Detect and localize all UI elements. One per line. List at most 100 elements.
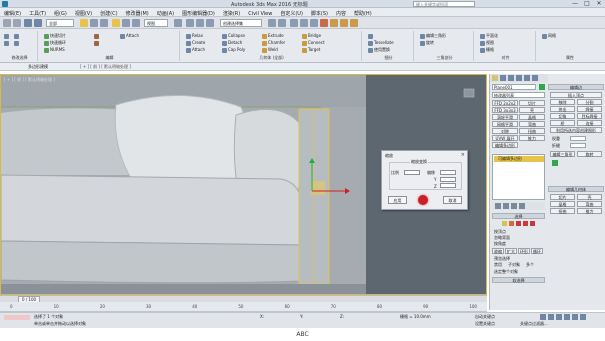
vertex-mode-icon[interactable] [502, 221, 507, 226]
paint-icon[interactable] [94, 40, 99, 46]
angle-snap-icon[interactable] [196, 19, 204, 27]
apply-button[interactable]: 应用 [388, 196, 407, 204]
modifier-button-9[interactable]: 对称 [492, 128, 518, 134]
modifier-button-12[interactable]: 推力 [519, 135, 545, 141]
offset-z-field[interactable] [440, 183, 456, 188]
weld-button[interactable]: Weld [268, 47, 278, 52]
app-logo-icon[interactable] [2, 1, 8, 7]
make-unique-icon[interactable] [511, 203, 517, 209]
select-move-icon[interactable] [112, 19, 120, 27]
bridge-button[interactable]: Bridge [308, 33, 321, 38]
render-icon[interactable] [350, 19, 358, 27]
curve-editor-icon[interactable] [300, 19, 308, 27]
unlink-icon[interactable] [34, 19, 42, 27]
cap-poly-button[interactable]: Cap Poly [228, 47, 245, 52]
modifier-button-1[interactable]: FFD 2x2x2 [492, 100, 518, 106]
pin-stack-icon[interactable] [495, 203, 501, 209]
minimize-button[interactable]: — [569, 0, 581, 8]
extrude-button[interactable]: Extrude [268, 33, 284, 38]
offset-y-field[interactable] [440, 177, 456, 182]
reference-coord-dropdown[interactable]: 视图 [144, 19, 168, 27]
border-mode-icon[interactable] [516, 221, 521, 226]
edit-triangulation-side-button[interactable]: 编辑三角形 [550, 151, 575, 157]
object-color-swatch[interactable] [539, 84, 545, 90]
grid-align-button[interactable]: 栅格 [486, 47, 494, 52]
weight-spinner[interactable] [570, 136, 586, 141]
preview-multi-radio[interactable]: 多个 [526, 262, 534, 268]
remove-button[interactable]: 移除 [550, 99, 575, 105]
viewport-label[interactable]: [ + ] [ 前 ] [ 默认明暗处理 ] [4, 77, 55, 83]
preview-subobject-radio[interactable]: 子对象 [508, 262, 520, 268]
bridge-edge-button[interactable]: 桥 [550, 120, 575, 126]
weld-edge-button[interactable]: 焊接 [577, 106, 602, 112]
ring-button[interactable]: 环形 [518, 248, 530, 254]
nurms-button[interactable]: NURMS [50, 47, 65, 52]
mesh-button[interactable]: 网格 [548, 33, 556, 38]
modifier-button-11[interactable]: UVW 展开 [492, 135, 518, 141]
loop-icon[interactable] [14, 33, 19, 39]
tessellate-button[interactable]: Tessellate [374, 40, 394, 45]
modifier-button-7[interactable]: 网格平滑 [492, 121, 518, 127]
detach-button[interactable]: Detach [228, 40, 242, 45]
pivot-center-icon[interactable] [174, 19, 182, 27]
attach-button[interactable]: Attach [126, 33, 139, 38]
stack-item-editable-poly[interactable]: 可编辑多边形 [494, 156, 544, 162]
turn-button[interactable]: 旋转 [426, 40, 434, 45]
time-slider[interactable]: 0 / 100 [0, 295, 487, 303]
modifier-button-13[interactable]: 编辑多边形 [492, 142, 518, 148]
edge-mode-icon[interactable] [509, 221, 514, 226]
attach-geometry-button[interactable]: Attach [192, 47, 205, 52]
cut-icon[interactable] [94, 33, 99, 39]
render-setup-icon[interactable] [330, 19, 338, 27]
snaps-toggle-icon[interactable] [186, 19, 194, 27]
preview-off-radio[interactable]: 禁用 [494, 262, 502, 268]
modifier-button-3[interactable]: FFD 3x3x3 [492, 107, 518, 113]
modifier-button-8[interactable]: 弯曲 [519, 121, 545, 127]
grow-icon[interactable] [4, 33, 9, 39]
split-button[interactable]: 分割 [577, 99, 602, 105]
chamfer-edge-button[interactable]: 切角 [550, 113, 575, 119]
ring-icon[interactable] [14, 40, 19, 46]
remove-modifier-icon[interactable] [519, 203, 525, 209]
collapse-button[interactable]: Collapse [228, 33, 245, 38]
scale-value-field[interactable] [404, 170, 420, 175]
layer-manager-icon[interactable] [290, 19, 298, 27]
insert-vertex-button[interactable]: 插入顶点 [550, 92, 602, 98]
motion-tab-icon[interactable] [516, 75, 522, 81]
extrude-edge-button[interactable]: 挤出 [550, 106, 575, 112]
crease-spinner[interactable] [570, 143, 586, 148]
msmooth-icon[interactable] [368, 33, 373, 39]
geo-button-4[interactable]: 弯曲 [577, 201, 602, 207]
polygon-modeling-tab[interactable]: 多边形建模 [28, 64, 48, 70]
geo-button-2[interactable]: 壳 [577, 194, 602, 200]
material-editor-icon[interactable] [320, 19, 328, 27]
modifier-button-2[interactable]: 切片 [519, 100, 545, 106]
display-tab-icon[interactable] [524, 75, 530, 81]
pan-icon[interactable] [564, 314, 570, 320]
offset-x-field[interactable] [440, 170, 456, 175]
shrink-icon[interactable] [4, 40, 9, 46]
quickslice-button[interactable]: 快速切片 [50, 33, 66, 38]
dialog-close-icon[interactable]: × [461, 152, 465, 158]
modifier-button-4[interactable]: 壳 [519, 107, 545, 113]
by-angle-checkbox[interactable]: 按角度 [494, 241, 506, 247]
shrink-button[interactable]: 收缩 [492, 248, 504, 254]
selection-filter-dropdown[interactable]: 全部 [46, 19, 74, 27]
rollout-soft-selection[interactable]: 软选择 [492, 277, 545, 283]
modifier-button-10[interactable]: 扭曲 [519, 128, 545, 134]
search-input[interactable]: 键入关键字或短语 [413, 1, 475, 7]
rollout-edit-edges[interactable]: 编辑边 [548, 84, 604, 90]
select-object-icon[interactable] [80, 19, 88, 27]
chamfer-button[interactable]: Chamfer [268, 40, 285, 45]
play-icon[interactable] [540, 314, 546, 320]
cancel-button[interactable]: 取消 [443, 196, 462, 204]
select-scale-icon[interactable] [132, 19, 140, 27]
modifier-list-dropdown[interactable]: 修改器列表 [492, 92, 545, 98]
object-name-field[interactable]: Plane001 [492, 84, 536, 90]
next-frame-icon[interactable] [548, 314, 554, 320]
rectangular-selection-icon[interactable] [100, 19, 108, 27]
maximize-viewport-icon[interactable] [580, 314, 586, 320]
rollout-edit-geometry[interactable]: 编辑几何体 [548, 186, 604, 192]
edit-triangulation-button[interactable]: 编辑三角形 [426, 33, 446, 38]
create-button[interactable]: Create [192, 40, 205, 45]
